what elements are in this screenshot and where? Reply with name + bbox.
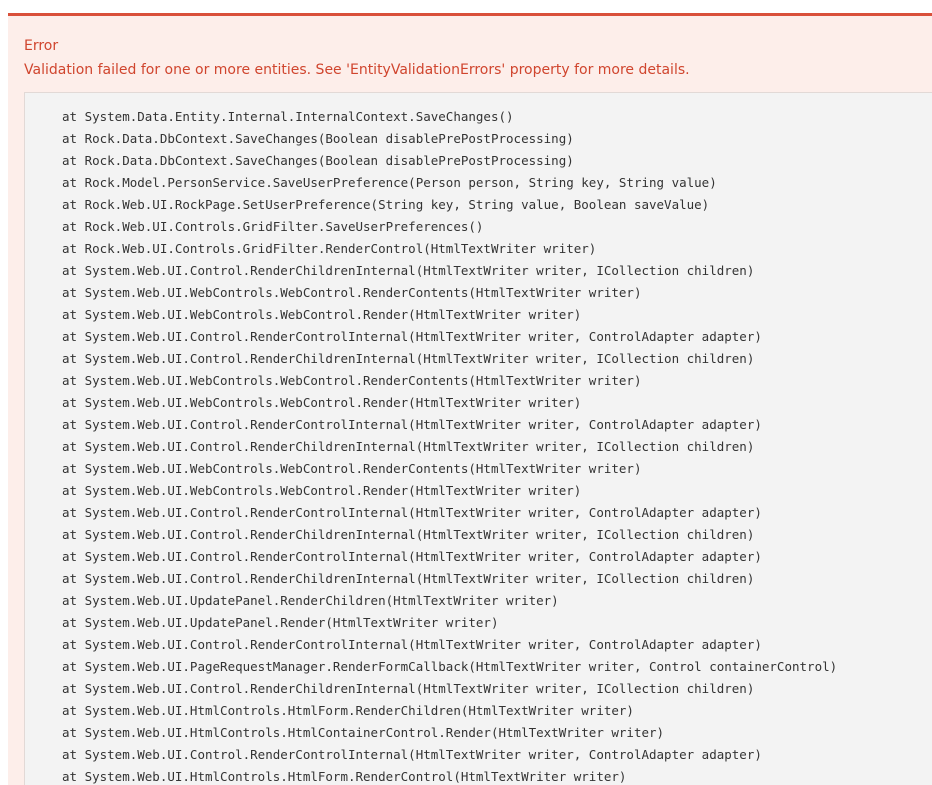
stack-trace-line: at Rock.Web.UI.RockPage.SetUserPreferenc… xyxy=(62,197,710,212)
stack-trace-line: at Rock.Web.UI.Controls.GridFilter.SaveU… xyxy=(62,219,484,234)
stack-trace-line: at System.Web.UI.Control.RenderControlIn… xyxy=(62,505,762,520)
stack-trace-list: at System.Data.Entity.Internal.InternalC… xyxy=(62,106,837,785)
stack-trace-line: at System.Web.UI.Control.RenderChildrenI… xyxy=(62,263,755,278)
stack-trace-line: at Rock.Web.UI.Controls.GridFilter.Rende… xyxy=(62,241,597,256)
stack-trace-line: at System.Web.UI.UpdatePanel.Render(Html… xyxy=(62,615,499,630)
stack-trace-line: at System.Web.UI.Control.RenderControlIn… xyxy=(62,747,762,762)
stack-trace-line: at System.Web.UI.HtmlControls.HtmlForm.R… xyxy=(62,703,634,718)
stack-trace-line: at Rock.Model.PersonService.SaveUserPref… xyxy=(62,175,717,190)
stack-trace-line: at System.Web.UI.Control.RenderControlIn… xyxy=(62,637,762,652)
error-title: Error xyxy=(24,38,59,54)
error-alert: Error Validation failed for one or more … xyxy=(8,13,932,785)
stack-trace-line: at System.Web.UI.Control.RenderControlIn… xyxy=(62,329,762,344)
stack-trace-line: at System.Web.UI.HtmlControls.HtmlForm.R… xyxy=(62,769,627,784)
stack-trace-line: at System.Web.UI.Control.RenderControlIn… xyxy=(62,417,762,432)
stack-trace-line: at System.Web.UI.Control.RenderChildrenI… xyxy=(62,681,755,696)
stack-trace-line: at Rock.Data.DbContext.SaveChanges(Boole… xyxy=(62,131,574,146)
stack-trace-line: at Rock.Data.DbContext.SaveChanges(Boole… xyxy=(62,153,574,168)
stack-trace-box[interactable]: at System.Data.Entity.Internal.InternalC… xyxy=(24,92,932,785)
stack-trace-line: at System.Web.UI.WebControls.WebControl.… xyxy=(62,483,582,498)
stack-trace-line: at System.Web.UI.WebControls.WebControl.… xyxy=(62,373,642,388)
stack-trace-line: at System.Data.Entity.Internal.InternalC… xyxy=(62,109,514,124)
stack-trace-line: at System.Web.UI.WebControls.WebControl.… xyxy=(62,285,642,300)
stack-trace-line: at System.Web.UI.Control.RenderChildrenI… xyxy=(62,351,755,366)
stack-trace-line: at System.Web.UI.WebControls.WebControl.… xyxy=(62,395,582,410)
stack-trace-line: at System.Web.UI.Control.RenderChildrenI… xyxy=(62,527,755,542)
stack-trace-line: at System.Web.UI.HtmlControls.HtmlContai… xyxy=(62,725,665,740)
error-message: Validation failed for one or more entiti… xyxy=(24,62,690,78)
stack-trace-line: at System.Web.UI.Control.RenderChildrenI… xyxy=(62,439,755,454)
page-top-spacer xyxy=(0,0,932,13)
stack-trace-line: at System.Web.UI.Control.RenderChildrenI… xyxy=(62,571,755,586)
stack-trace-line: at System.Web.UI.PageRequestManager.Rend… xyxy=(62,659,838,674)
stack-trace-line: at System.Web.UI.UpdatePanel.RenderChild… xyxy=(62,593,559,608)
stack-trace-line: at System.Web.UI.WebControls.WebControl.… xyxy=(62,307,582,322)
stack-trace-line: at System.Web.UI.Control.RenderControlIn… xyxy=(62,549,762,564)
stack-trace-line: at System.Web.UI.WebControls.WebControl.… xyxy=(62,461,642,476)
